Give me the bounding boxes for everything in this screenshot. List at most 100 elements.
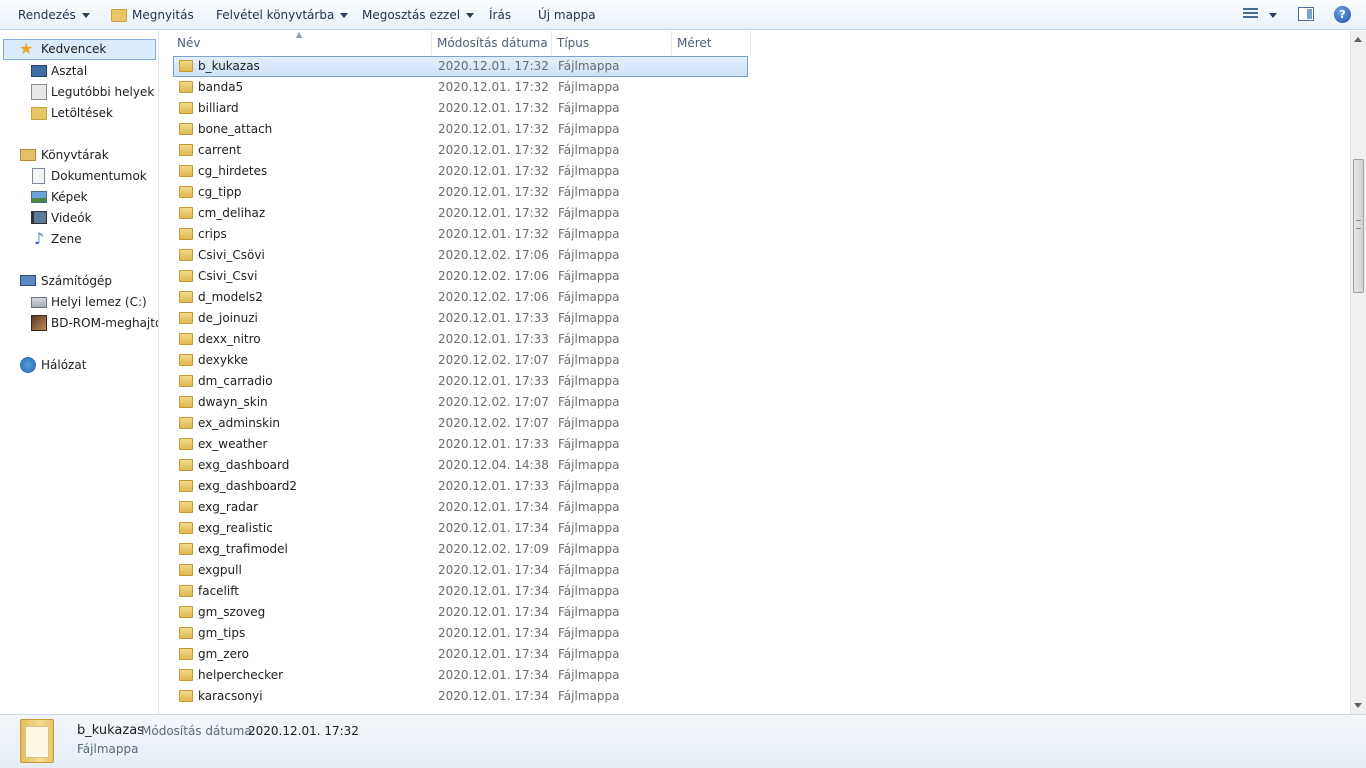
nav-item-libraries[interactable]: Könyvtárak <box>0 145 158 166</box>
file-name: gm_tips <box>198 626 246 640</box>
navigation-pane: ★ Kedvencek Asztal Legutóbbi helyek Letö… <box>0 30 159 714</box>
file-row[interactable]: carrent 2020.12.01. 17:32 Fájlmappa <box>173 140 748 161</box>
file-row[interactable]: exg_dashboard2 2020.12.01. 17:33 Fájlmappa <box>173 476 748 497</box>
file-row[interactable]: bone_attach 2020.12.01. 17:32 Fájlmappa <box>173 119 748 140</box>
file-row[interactable]: dexx_nitro 2020.12.01. 17:33 Fájlmappa <box>173 329 748 350</box>
folder-icon <box>179 228 193 240</box>
file-type: Fájlmappa <box>558 521 620 535</box>
folder-icon <box>179 207 193 219</box>
nav-item-network[interactable]: Hálózat <box>0 355 158 376</box>
file-row[interactable]: d_models2 2020.12.02. 17:06 Fájlmappa <box>173 287 748 308</box>
column-header-name[interactable]: Név <box>173 31 432 55</box>
column-header-size[interactable]: Méret <box>673 31 751 55</box>
folder-icon <box>20 719 54 763</box>
file-row[interactable]: exgpull 2020.12.01. 17:34 Fájlmappa <box>173 560 748 581</box>
nav-item-favorites[interactable]: ★ Kedvencek <box>3 39 156 60</box>
nav-item-music[interactable]: ♪ Zene <box>0 229 158 250</box>
view-options-chevron-icon[interactable] <box>1269 13 1277 18</box>
column-header: Név Módosítás dátuma Típus Méret <box>173 31 751 55</box>
change-view-icon[interactable] <box>1243 8 1258 21</box>
file-row[interactable]: exg_trafimodel 2020.12.02. 17:09 Fájlmappa <box>173 539 748 560</box>
nav-item-recent-places[interactable]: Legutóbbi helyek <box>0 82 158 103</box>
file-row[interactable]: exg_realistic 2020.12.01. 17:34 Fájlmappa <box>173 518 748 539</box>
file-type: Fájlmappa <box>558 374 620 388</box>
nav-item-bd-rom[interactable]: BD-ROM-meghajtó <box>0 313 158 334</box>
file-row[interactable]: b_kukazas 2020.12.01. 17:32 Fájlmappa <box>173 56 748 77</box>
nav-item-videos[interactable]: Videók <box>0 208 158 229</box>
new-folder-button[interactable]: Új mappa <box>538 0 596 30</box>
file-name: exgpull <box>198 563 242 577</box>
file-row[interactable]: billiard 2020.12.01. 17:32 Fájlmappa <box>173 98 748 119</box>
file-modified-date: 2020.12.01. 17:32 <box>438 143 549 157</box>
share-with-button[interactable]: Megosztás ezzel <box>362 0 475 30</box>
scroll-up-arrow-icon[interactable] <box>1354 37 1362 42</box>
preview-pane-icon[interactable] <box>1298 7 1314 21</box>
include-in-library-button[interactable]: Felvétel könyvtárba <box>216 0 349 30</box>
nav-label: Dokumentumok <box>51 169 147 183</box>
file-row[interactable]: cg_tipp 2020.12.01. 17:32 Fájlmappa <box>173 182 748 203</box>
burn-button[interactable]: Írás <box>489 0 511 30</box>
file-name: Csivi_Csövi <box>198 248 265 262</box>
file-row[interactable]: cg_hirdetes 2020.12.01. 17:32 Fájlmappa <box>173 161 748 182</box>
file-type: Fájlmappa <box>558 206 620 220</box>
documents-icon <box>32 168 45 184</box>
file-type: Fájlmappa <box>558 458 620 472</box>
folder-icon <box>179 60 193 72</box>
file-row[interactable]: cm_delihaz 2020.12.01. 17:32 Fájlmappa <box>173 203 748 224</box>
share-label: Megosztás ezzel <box>362 8 461 22</box>
nav-item-downloads[interactable]: Letöltések <box>0 103 158 124</box>
nav-label: Helyi lemez (C:) <box>51 295 147 309</box>
file-row[interactable]: exg_dashboard 2020.12.04. 14:38 Fájlmappa <box>173 455 748 476</box>
file-row[interactable]: gm_tips 2020.12.01. 17:34 Fájlmappa <box>173 623 748 644</box>
file-row[interactable]: de_joinuzi 2020.12.01. 17:33 Fájlmappa <box>173 308 748 329</box>
file-row[interactable]: gm_szoveg 2020.12.01. 17:34 Fájlmappa <box>173 602 748 623</box>
organize-button[interactable]: Rendezés <box>18 0 90 30</box>
file-row[interactable]: crips 2020.12.01. 17:32 Fájlmappa <box>173 224 748 245</box>
file-row[interactable]: dexykke 2020.12.02. 17:07 Fájlmappa <box>173 350 748 371</box>
column-header-modified[interactable]: Módosítás dátuma <box>433 31 552 55</box>
file-row[interactable]: karacsonyi 2020.12.01. 17:34 Fájlmappa <box>173 686 748 707</box>
file-row[interactable]: exg_radar 2020.12.01. 17:34 Fájlmappa <box>173 497 748 518</box>
file-name: b_kukazas <box>198 59 260 73</box>
file-modified-date: 2020.12.01. 17:33 <box>438 437 549 451</box>
file-row[interactable]: dwayn_skin 2020.12.02. 17:07 Fájlmappa <box>173 392 748 413</box>
file-modified-date: 2020.12.02. 17:07 <box>438 395 549 409</box>
vertical-scrollbar[interactable] <box>1350 31 1366 714</box>
scrollbar-thumb[interactable] <box>1353 159 1364 293</box>
nav-item-local-disk[interactable]: Helyi lemez (C:) <box>0 292 158 313</box>
videos-icon <box>31 211 47 224</box>
column-header-type[interactable]: Típus <box>553 31 672 55</box>
file-row[interactable]: facelift 2020.12.01. 17:34 Fájlmappa <box>173 581 748 602</box>
file-row[interactable]: ex_adminskin 2020.12.02. 17:07 Fájlmappa <box>173 413 748 434</box>
file-type: Fájlmappa <box>558 353 620 367</box>
file-modified-date: 2020.12.01. 17:33 <box>438 311 549 325</box>
pictures-icon <box>31 191 47 203</box>
nav-item-computer[interactable]: Számítógép <box>0 271 158 292</box>
file-row[interactable]: dm_carradio 2020.12.01. 17:33 Fájlmappa <box>173 371 748 392</box>
file-modified-date: 2020.12.01. 17:34 <box>438 584 549 598</box>
nav-label: Videók <box>51 211 92 225</box>
file-name: karacsonyi <box>198 689 263 703</box>
folder-icon <box>179 81 193 93</box>
nav-label: BD-ROM-meghajtó <box>51 316 159 330</box>
help-button[interactable]: ? <box>1334 6 1351 23</box>
nav-item-documents[interactable]: Dokumentumok <box>0 166 158 187</box>
nav-item-desktop[interactable]: Asztal <box>0 61 158 82</box>
file-type: Fájlmappa <box>558 395 620 409</box>
file-row[interactable]: gm_zero 2020.12.01. 17:34 Fájlmappa <box>173 644 748 665</box>
burn-label: Írás <box>489 8 512 22</box>
file-name: cg_hirdetes <box>198 164 268 178</box>
file-modified-date: 2020.12.01. 17:32 <box>438 59 549 73</box>
open-button[interactable]: Megnyitás <box>111 0 194 30</box>
scroll-down-arrow-icon[interactable] <box>1354 703 1362 708</box>
network-icon <box>20 357 36 373</box>
file-row[interactable]: Csivi_Csövi 2020.12.02. 17:06 Fájlmappa <box>173 245 748 266</box>
file-row[interactable]: banda5 2020.12.01. 17:32 Fájlmappa <box>173 77 748 98</box>
nav-item-pictures[interactable]: Képek <box>0 187 158 208</box>
folder-icon <box>179 564 193 576</box>
file-row[interactable]: helperchecker 2020.12.01. 17:34 Fájlmappa <box>173 665 748 686</box>
file-row[interactable]: Csivi_Csvi 2020.12.02. 17:06 Fájlmappa <box>173 266 748 287</box>
file-row[interactable]: ex_weather 2020.12.01. 17:33 Fájlmappa <box>173 434 748 455</box>
file-modified-date: 2020.12.01. 17:32 <box>438 164 549 178</box>
file-name: billiard <box>198 101 239 115</box>
